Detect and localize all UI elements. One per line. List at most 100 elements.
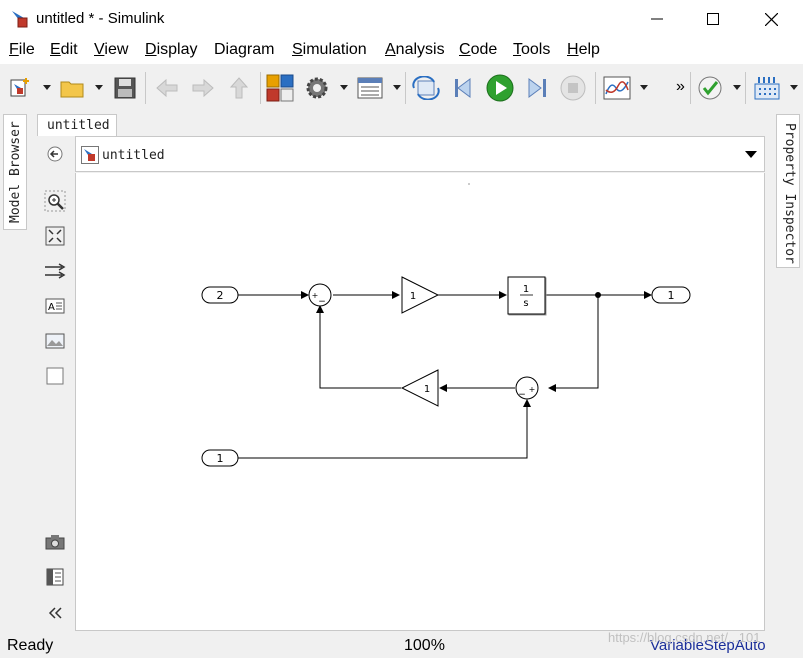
screenshot-button[interactable] [44, 531, 66, 553]
sum-1-sign-bottom: − [318, 297, 326, 307]
menu-diagram[interactable]: Diagram [214, 41, 274, 59]
library-browser-icon [266, 74, 294, 102]
integrator-numerator: 1 [523, 284, 529, 295]
model-explorer-button[interactable] [355, 73, 385, 103]
step-forward-button[interactable] [522, 73, 552, 103]
annotation-button[interactable]: A [44, 295, 66, 317]
menu-code-key: C [459, 41, 471, 58]
image-icon [45, 333, 65, 349]
model-explorer-dropdown[interactable] [393, 85, 401, 90]
image-button[interactable] [44, 330, 66, 352]
simulink-app-icon [12, 11, 28, 28]
menu-view-rest: iew [104, 41, 129, 58]
menu-simulation-rest: imulation [302, 41, 367, 58]
run-button[interactable] [485, 73, 515, 103]
build-button[interactable] [752, 73, 782, 103]
report-icon [46, 568, 64, 586]
signal-line-button[interactable] [44, 260, 66, 282]
model-address-bar[interactable]: untitled [75, 136, 765, 172]
double-chevron-left-icon [48, 607, 62, 619]
signal-lines [238, 291, 652, 459]
collapse-arrow-icon [47, 146, 63, 162]
new-model-icon [10, 78, 29, 97]
close-button[interactable] [748, 0, 794, 38]
area-button[interactable] [44, 365, 66, 387]
save-icon [114, 77, 136, 99]
menu-simulation[interactable]: Simulation [292, 41, 367, 59]
menu-analysis[interactable]: Analysis [385, 41, 445, 59]
menu-help[interactable]: Help [567, 41, 600, 59]
signal-gain2-to-sum1[interactable] [316, 305, 401, 389]
stop-button[interactable] [558, 73, 588, 103]
gain-block-2[interactable] [400, 369, 439, 407]
menu-view-key: V [94, 41, 105, 58]
scope-button[interactable] [602, 73, 632, 103]
menu-code-rest: ode [470, 41, 498, 58]
new-model-button[interactable] [6, 73, 36, 103]
update-diagram-button[interactable] [411, 73, 441, 103]
gain-block-1[interactable] [401, 276, 440, 314]
open-dropdown[interactable] [95, 85, 103, 90]
property-inspector-tab[interactable]: Property Inspector [776, 114, 800, 268]
menu-view[interactable]: View [94, 41, 128, 59]
signal-branch-to-sum2[interactable] [548, 295, 599, 392]
step-back-button[interactable] [449, 73, 479, 103]
menu-file-rest: ile [18, 41, 35, 58]
model-advisor-button[interactable] [695, 73, 725, 103]
back-button[interactable] [152, 73, 182, 103]
menu-edit[interactable]: Edit [50, 41, 78, 59]
scope-dropdown[interactable] [640, 85, 648, 90]
close-icon [764, 12, 778, 26]
toolbar-separator [595, 72, 596, 104]
library-browser-button[interactable] [265, 73, 295, 103]
model-settings-dropdown[interactable] [340, 85, 348, 90]
status-zoom: 100% [404, 637, 445, 654]
collapse-palette-button[interactable] [44, 602, 66, 624]
menu-display[interactable]: Display [145, 41, 197, 59]
model-advisor-dropdown[interactable] [733, 85, 741, 90]
menu-analysis-rest: nalysis [395, 41, 445, 58]
model-document-tab[interactable]: untitled [37, 114, 117, 136]
new-model-dropdown[interactable] [43, 85, 51, 90]
property-inspector-button[interactable] [44, 566, 66, 588]
model-browser-label: Model Browser [8, 121, 23, 223]
branch-point [595, 292, 601, 298]
save-button[interactable] [110, 73, 140, 103]
model-browser-tab[interactable]: Model Browser [3, 114, 27, 230]
toolbar: » [0, 66, 803, 110]
maximize-icon [707, 13, 719, 25]
left-palette: A [37, 136, 74, 630]
zoom-button[interactable] [44, 190, 66, 212]
model-icon [81, 146, 99, 164]
camera-icon [45, 535, 65, 550]
fit-to-view-icon [45, 226, 65, 246]
forward-button[interactable] [188, 73, 218, 103]
open-button[interactable] [58, 73, 88, 103]
menu-file[interactable]: File [9, 41, 35, 59]
property-inspector-label: Property Inspector [782, 123, 797, 264]
menu-code[interactable]: Code [459, 41, 497, 59]
back-arrow-icon [156, 78, 178, 98]
model-canvas[interactable]: 2 1 1 1 1 1 s + − − + [75, 173, 765, 631]
maximize-button[interactable] [690, 0, 736, 38]
toolbar-separator [745, 72, 746, 104]
run-icon [486, 74, 514, 102]
menu-tools[interactable]: Tools [513, 41, 550, 59]
menu-help-key: H [567, 41, 579, 58]
build-dropdown[interactable] [790, 85, 798, 90]
fit-to-view-button[interactable] [44, 225, 66, 247]
minimize-button[interactable] [634, 0, 680, 38]
menu-tools-key: T [513, 41, 521, 58]
window-title: untitled * - Simulink [36, 10, 165, 27]
up-button[interactable] [224, 73, 254, 103]
model-advisor-icon [698, 76, 722, 100]
model-settings-button[interactable] [302, 73, 332, 103]
chevron-down-icon[interactable] [745, 151, 757, 159]
sum-2-sign-bottom: − [518, 390, 526, 400]
hide-explorer-button[interactable] [44, 143, 66, 165]
toolbar-overflow-button[interactable]: » [676, 78, 685, 96]
menu-diagram-rest: ram [246, 41, 275, 58]
menu-bar: File Edit View Display Diagram Simulatio… [0, 38, 803, 64]
status-ready: Ready [7, 637, 54, 654]
signal-in1-to-sum2[interactable] [238, 399, 531, 459]
